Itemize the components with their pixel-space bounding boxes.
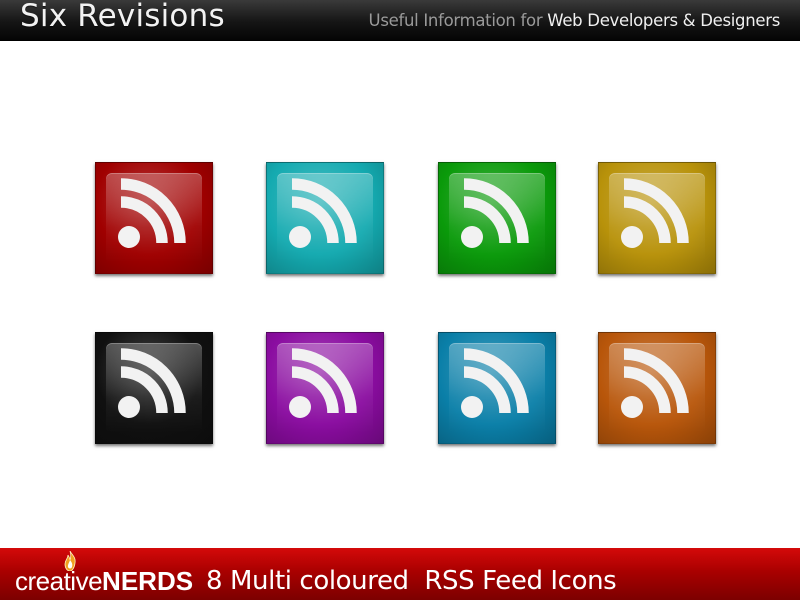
rss-icon (461, 348, 529, 418)
rss-dot (118, 226, 140, 248)
rss-dot (461, 226, 483, 248)
rss-icon (118, 178, 186, 248)
rss-icon (461, 178, 529, 248)
rss-icon (621, 348, 689, 418)
rss-dot (621, 396, 643, 418)
rss-icon-grid (0, 0, 800, 600)
rss-tile-teal[interactable] (266, 162, 384, 274)
rss-icon (118, 348, 186, 418)
rss-tile-black[interactable] (95, 332, 213, 444)
rss-tile-blue[interactable] (438, 332, 556, 444)
rss-tile-purple[interactable] (266, 332, 384, 444)
rss-tile-red[interactable] (95, 162, 213, 274)
rss-dot (621, 226, 643, 248)
footer-bar: creativeNERDS 8 Multi coloured RSS Feed … (0, 548, 800, 600)
rss-icon (621, 178, 689, 248)
rss-icon (289, 348, 357, 418)
rss-dot (289, 226, 311, 248)
rss-tile-orange[interactable] (598, 332, 716, 444)
footer-caption: 8 Multi coloured RSS Feed Icons (206, 566, 617, 596)
rss-dot (461, 396, 483, 418)
brand-highlight: NERDS (102, 566, 194, 596)
rss-dot (118, 396, 140, 418)
brand-prefix: creative (15, 566, 103, 596)
rss-tile-gold[interactable] (598, 162, 716, 274)
brand-logo[interactable]: creativeNERDS (15, 566, 193, 597)
rss-dot (289, 396, 311, 418)
rss-icon (289, 178, 357, 248)
rss-tile-green[interactable] (438, 162, 556, 274)
